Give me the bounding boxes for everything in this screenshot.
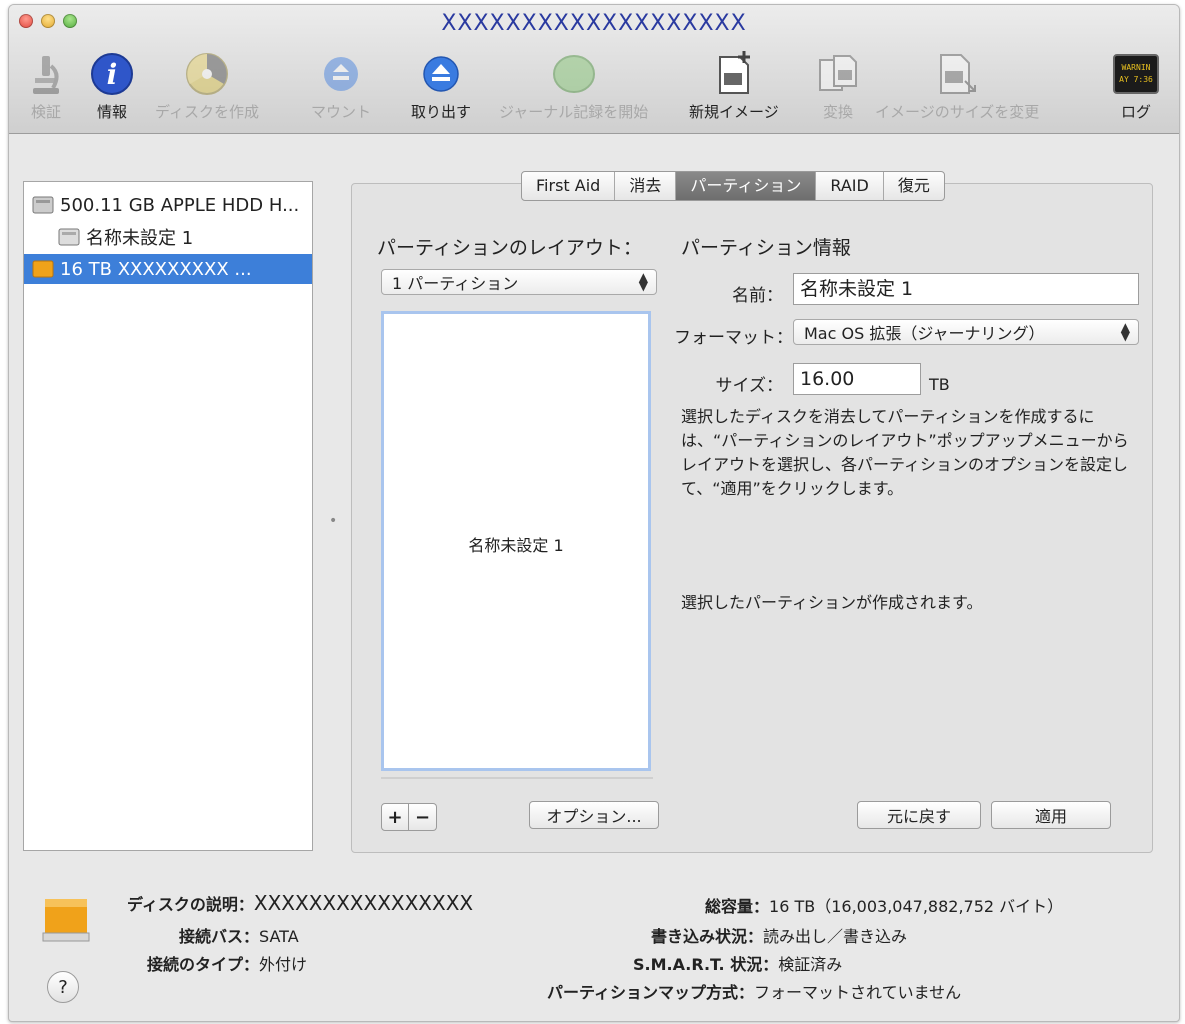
burn-disc-icon xyxy=(184,51,230,97)
toolbar-info-button[interactable]: i 情報 xyxy=(89,51,135,122)
smart-status-row: S.M.A.R.T. 状況：検証済み xyxy=(633,955,843,974)
device-item-volume[interactable]: 名称未設定 1 xyxy=(24,222,312,252)
new-image-icon xyxy=(711,51,757,97)
format-popup[interactable]: Mac OS 拡張（ジャーナリング） ▲ ▼ xyxy=(793,319,1139,345)
toolbar-log-button[interactable]: WARNIN AY 7:36 ログ xyxy=(1113,51,1159,122)
name-label: 名前： xyxy=(732,286,783,306)
partition-map[interactable]: 名称未設定 1 xyxy=(381,311,651,771)
svg-text:WARNIN: WARNIN xyxy=(1122,63,1151,72)
disk-utility-window: XXXXXXXXXXXXXXXXXXX 検証 i 情報 ディスクを作成 マウント… xyxy=(8,4,1180,1022)
toolbar-convert-button[interactable]: 変換 xyxy=(815,51,861,122)
partition-size-field[interactable]: 16.00 xyxy=(793,363,921,395)
popup-arrows-icon: ▲ ▼ xyxy=(1120,320,1130,343)
size-unit: TB xyxy=(929,375,950,394)
apply-button[interactable]: 適用 xyxy=(991,801,1111,829)
svg-text:AY 7:36: AY 7:36 xyxy=(1119,75,1153,84)
tab-erase[interactable]: 消去 xyxy=(615,172,677,200)
options-button[interactable]: オプション... xyxy=(529,801,659,829)
add-remove-partition-group: + − xyxy=(381,803,437,831)
convert-icon xyxy=(815,51,861,97)
window-title: XXXXXXXXXXXXXXXXXXX xyxy=(441,11,747,36)
partition-map-scheme-row: パーティションマップ方式：フォーマットされていません xyxy=(547,983,962,1002)
help-button[interactable]: ? xyxy=(47,971,79,1003)
tab-first-aid[interactable]: First Aid xyxy=(522,172,616,200)
toolbar: 検証 i 情報 ディスクを作成 マウント 取り出す ジャーナル記録を開始 新規イ… xyxy=(9,51,1179,131)
toolbar-new-image-button[interactable]: 新規イメージ xyxy=(689,51,779,122)
toolbar-eject-button[interactable]: 取り出す xyxy=(411,51,471,122)
title-toolbar: XXXXXXXXXXXXXXXXXXX 検証 i 情報 ディスクを作成 マウント… xyxy=(9,5,1179,134)
connection-bus-row: 接続バス：SATA xyxy=(179,927,299,946)
partition-map-divider xyxy=(381,777,653,779)
split-view-handle[interactable]: • xyxy=(329,513,337,529)
device-list[interactable]: 500.11 GB APPLE HDD H... 名称未設定 1 16 TB X… xyxy=(23,181,313,851)
partition-map-name: 名称未設定 1 xyxy=(468,536,564,555)
write-status-row: 書き込み状況：読み出し／書き込み xyxy=(651,927,908,946)
toolbar-verify-button[interactable]: 検証 xyxy=(23,51,69,122)
toolbar-resize-button[interactable]: イメージのサイズを変更 xyxy=(875,51,1039,122)
tab-bar: First Aid 消去 パーティション RAID 復元 xyxy=(521,171,945,201)
revert-button[interactable]: 元に戻す xyxy=(857,801,981,829)
volume-icon xyxy=(58,228,80,246)
partition-info-label: パーティション情報 xyxy=(681,237,851,259)
info-icon: i xyxy=(89,51,135,97)
connection-type-row: 接続のタイプ：外付け xyxy=(147,955,308,974)
format-label: フォーマット： xyxy=(674,328,793,348)
popup-arrows-icon: ▲ ▼ xyxy=(638,270,648,293)
tab-restore[interactable]: 復元 xyxy=(884,172,944,200)
toolbar-burn-button[interactable]: ディスクを作成 xyxy=(155,51,259,122)
mount-icon xyxy=(318,51,364,97)
size-label: サイズ： xyxy=(715,376,784,396)
partition-layout-label: パーティションのレイアウト： xyxy=(377,237,642,259)
capacity-row: 総容量：16 TB（16,003,047,882,752 バイト） xyxy=(705,897,1064,916)
tab-partition[interactable]: パーティション xyxy=(676,172,817,200)
partition-instructions: 選択したディスクを消去してパーティションを作成するには、“パーティションのレイア… xyxy=(681,407,1129,498)
external-disk-icon xyxy=(41,893,91,949)
partition-result-text: 選択したパーティションが作成されます。 xyxy=(681,593,983,612)
tab-raid[interactable]: RAID xyxy=(816,172,884,200)
log-icon: WARNIN AY 7:36 xyxy=(1113,51,1159,97)
remove-partition-button[interactable]: − xyxy=(409,803,437,831)
toolbar-journal-button[interactable]: ジャーナル記録を開始 xyxy=(499,51,648,122)
partition-layout-popup[interactable]: 1 パーティション ▲ ▼ xyxy=(381,269,657,295)
toolbar-mount-button[interactable]: マウント xyxy=(311,51,371,122)
journal-icon xyxy=(551,51,597,97)
svg-text:i: i xyxy=(107,58,118,91)
add-partition-button[interactable]: + xyxy=(381,803,409,831)
resize-image-icon xyxy=(934,51,980,97)
device-item-16tb-disk[interactable]: 16 TB XXXXXXXXX ... xyxy=(24,254,312,284)
partition-name-field[interactable]: 名称未設定 1 xyxy=(793,273,1139,305)
hdd-icon xyxy=(32,196,54,214)
eject-icon xyxy=(418,51,464,97)
disk-description-row: ディスクの説明：XXXXXXXXXXXXXXXX xyxy=(127,891,474,915)
external-disk-icon xyxy=(32,260,54,278)
device-item-apple-hdd[interactable]: 500.11 GB APPLE HDD H... xyxy=(24,190,312,220)
microscope-icon xyxy=(23,51,69,97)
